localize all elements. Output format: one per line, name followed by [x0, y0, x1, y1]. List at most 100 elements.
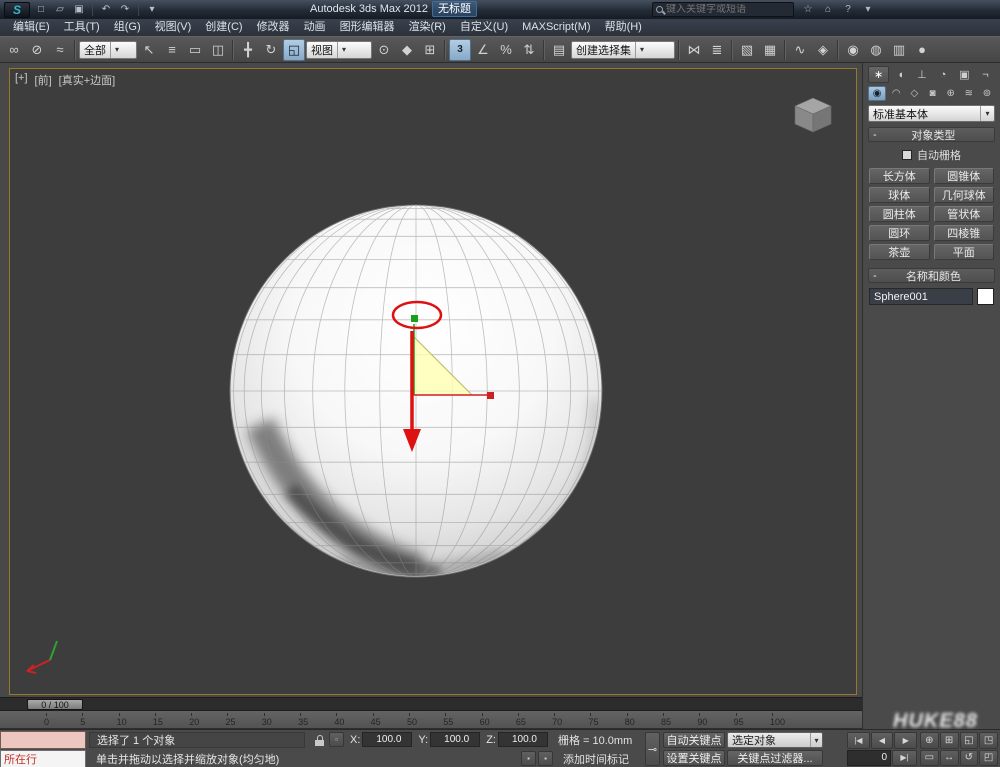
maxscript-mini-listener[interactable]: 所在行 [0, 750, 86, 767]
object-type-button-9[interactable]: 平面 [934, 244, 995, 260]
menubar-item-1[interactable]: 工具(T) [57, 19, 107, 36]
select-manipulate-icon[interactable]: ◆ [396, 39, 418, 61]
zoom-all-icon[interactable]: ⊞ [940, 732, 959, 749]
set-key-button[interactable]: 设置关键点 [663, 750, 725, 766]
keyboard-override-icon[interactable]: ⊞ [419, 39, 441, 61]
category-helpers-icon[interactable]: ⊕ [943, 86, 959, 101]
align-icon[interactable]: ≣ [706, 39, 728, 61]
app-logo-icon[interactable]: S [4, 2, 30, 18]
name-color-rollout-header[interactable]: - 名称和颜色 [868, 268, 995, 283]
select-and-link-icon[interactable]: ∞ [3, 39, 25, 61]
save-file-icon[interactable]: ▣ [71, 2, 87, 17]
category-shapes-icon[interactable]: ◠ [888, 86, 904, 101]
category-systems-icon[interactable]: ⊚ [979, 86, 995, 101]
search-box[interactable] [652, 2, 794, 17]
select-rotate-icon[interactable]: ↻ [260, 39, 282, 61]
object-type-button-7[interactable]: 四棱锥 [934, 225, 995, 241]
selection-lock-icon[interactable] [311, 732, 327, 748]
menubar-item-9[interactable]: 自定义(U) [453, 19, 515, 36]
redo-icon[interactable]: ↷ [117, 2, 133, 17]
gizmo-y-handle[interactable] [411, 315, 418, 322]
set-key-toggle-icon[interactable]: ⊸ [645, 732, 660, 766]
menubar-item-6[interactable]: 动画 [297, 19, 333, 36]
material-editor-icon[interactable]: ◉ [842, 39, 864, 61]
named-selection-dropdown[interactable]: 创建选择集 ▾ [571, 41, 675, 59]
object-type-button-5[interactable]: 管状体 [934, 206, 995, 222]
object-type-button-3[interactable]: 几何球体 [934, 187, 995, 203]
help-icon[interactable]: ? [840, 2, 856, 17]
menubar-item-8[interactable]: 渲染(R) [402, 19, 453, 36]
menubar-item-4[interactable]: 创建(C) [198, 19, 249, 36]
rectangular-region-icon[interactable]: ▭ [184, 39, 206, 61]
category-spacewarps-icon[interactable]: ≋ [961, 86, 977, 101]
tab-display-icon[interactable]: ▣ [955, 66, 974, 83]
undo-icon[interactable]: ↶ [98, 2, 114, 17]
time-tag-icon[interactable]: ▪ [521, 751, 536, 766]
z-coord-input[interactable] [498, 732, 548, 747]
viewport-menu-view[interactable]: [前] [35, 72, 52, 88]
bind-to-spacewarp-icon[interactable]: ≈ [49, 39, 71, 61]
render-setup-icon[interactable]: ◍ [865, 39, 887, 61]
zoom-icon[interactable]: ⊕ [920, 732, 939, 749]
auto-key-button[interactable]: 自动关键点 [663, 732, 725, 748]
select-move-icon[interactable]: ╋ [237, 39, 259, 61]
tab-modify-icon[interactable]: ◖ [891, 66, 910, 83]
go-to-end-icon[interactable]: ▶| [892, 750, 917, 767]
object-type-button-6[interactable]: 圆环 [869, 225, 930, 241]
layer-manager-icon[interactable]: ▧ [736, 39, 758, 61]
schematic-view-icon[interactable]: ◈ [812, 39, 834, 61]
absolute-offset-toggle-icon[interactable]: ▫ [329, 732, 344, 747]
time-tag-lock-icon[interactable]: ▪ [538, 751, 553, 766]
timeline-ruler-ticks[interactable]: 0510152025303540455055606570758085909510… [0, 711, 862, 729]
primitive-category-dropdown[interactable]: 标准基本体 ▾ [868, 105, 995, 122]
time-slider[interactable]: 0 / 100 [27, 699, 83, 710]
menubar-item-5[interactable]: 修改器 [250, 19, 297, 36]
menubar-item-2[interactable]: 组(G) [107, 19, 148, 36]
tab-create-icon[interactable]: ∗ [868, 66, 889, 83]
key-mode-dropdown[interactable]: 选定对象 ▾ [727, 732, 823, 748]
angle-snap-icon[interactable]: ∠ [472, 39, 494, 61]
category-cameras-icon[interactable]: ◙ [924, 86, 940, 101]
window-crossing-icon[interactable]: ◫ [207, 39, 229, 61]
front-viewport[interactable]: [+] [前] [真实+边面] [9, 68, 857, 695]
percent-snap-icon[interactable]: % [495, 39, 517, 61]
play-icon[interactable]: ▶ [894, 732, 917, 749]
star-icon[interactable]: ☆ [800, 2, 816, 17]
viewport-canvas[interactable] [10, 69, 856, 694]
tab-hierarchy-icon[interactable]: ⊥ [912, 66, 931, 83]
object-type-button-2[interactable]: 球体 [869, 187, 930, 203]
zoom-extents-all-icon[interactable]: ◳ [979, 732, 998, 749]
category-lights-icon[interactable]: ◇ [906, 86, 922, 101]
menubar-item-0[interactable]: 编辑(E) [6, 19, 57, 36]
new-file-icon[interactable]: □ [33, 2, 49, 17]
use-pivot-center-icon[interactable]: ⊙ [373, 39, 395, 61]
y-coord-input[interactable] [430, 732, 480, 747]
select-object-icon[interactable]: ↖ [138, 39, 160, 61]
viewport-menu-general[interactable]: [+] [15, 72, 28, 88]
object-type-rollout-header[interactable]: - 对象类型 [868, 127, 995, 142]
select-scale-icon[interactable]: ◱ [283, 39, 305, 61]
open-file-icon[interactable]: ▱ [52, 2, 68, 17]
home-icon[interactable]: ⌂ [820, 2, 836, 17]
edit-named-selection-icon[interactable]: ▤ [548, 39, 570, 61]
menubar-item-3[interactable]: 视图(V) [148, 19, 199, 36]
menubar-item-7[interactable]: 图形编辑器 [333, 19, 402, 36]
search-input[interactable] [666, 4, 790, 15]
menubar-item-11[interactable]: 帮助(H) [598, 19, 649, 36]
maximize-viewport-icon[interactable]: ◰ [979, 750, 998, 767]
object-type-button-4[interactable]: 圆柱体 [869, 206, 930, 222]
go-to-start-icon[interactable]: |◀ [847, 732, 870, 749]
object-type-button-8[interactable]: 茶壶 [869, 244, 930, 260]
object-type-button-0[interactable]: 长方体 [869, 168, 930, 184]
ribbon-toggle-icon[interactable]: ▦ [759, 39, 781, 61]
select-by-name-icon[interactable]: ≡ [161, 39, 183, 61]
rendered-frame-icon[interactable]: ▥ [888, 39, 910, 61]
unlink-selection-icon[interactable]: ⊘ [26, 39, 48, 61]
menubar-item-10[interactable]: MAXScript(M) [515, 19, 597, 36]
tab-motion-icon[interactable]: ◔ [934, 66, 953, 83]
workspace-dropdown-icon[interactable]: ▾ [144, 2, 160, 17]
curve-editor-icon[interactable]: ∿ [789, 39, 811, 61]
gizmo-x-handle[interactable] [487, 392, 494, 399]
spinner-snap-icon[interactable]: ⇅ [518, 39, 540, 61]
snap-toggle-icon[interactable]: 3 [449, 39, 471, 61]
